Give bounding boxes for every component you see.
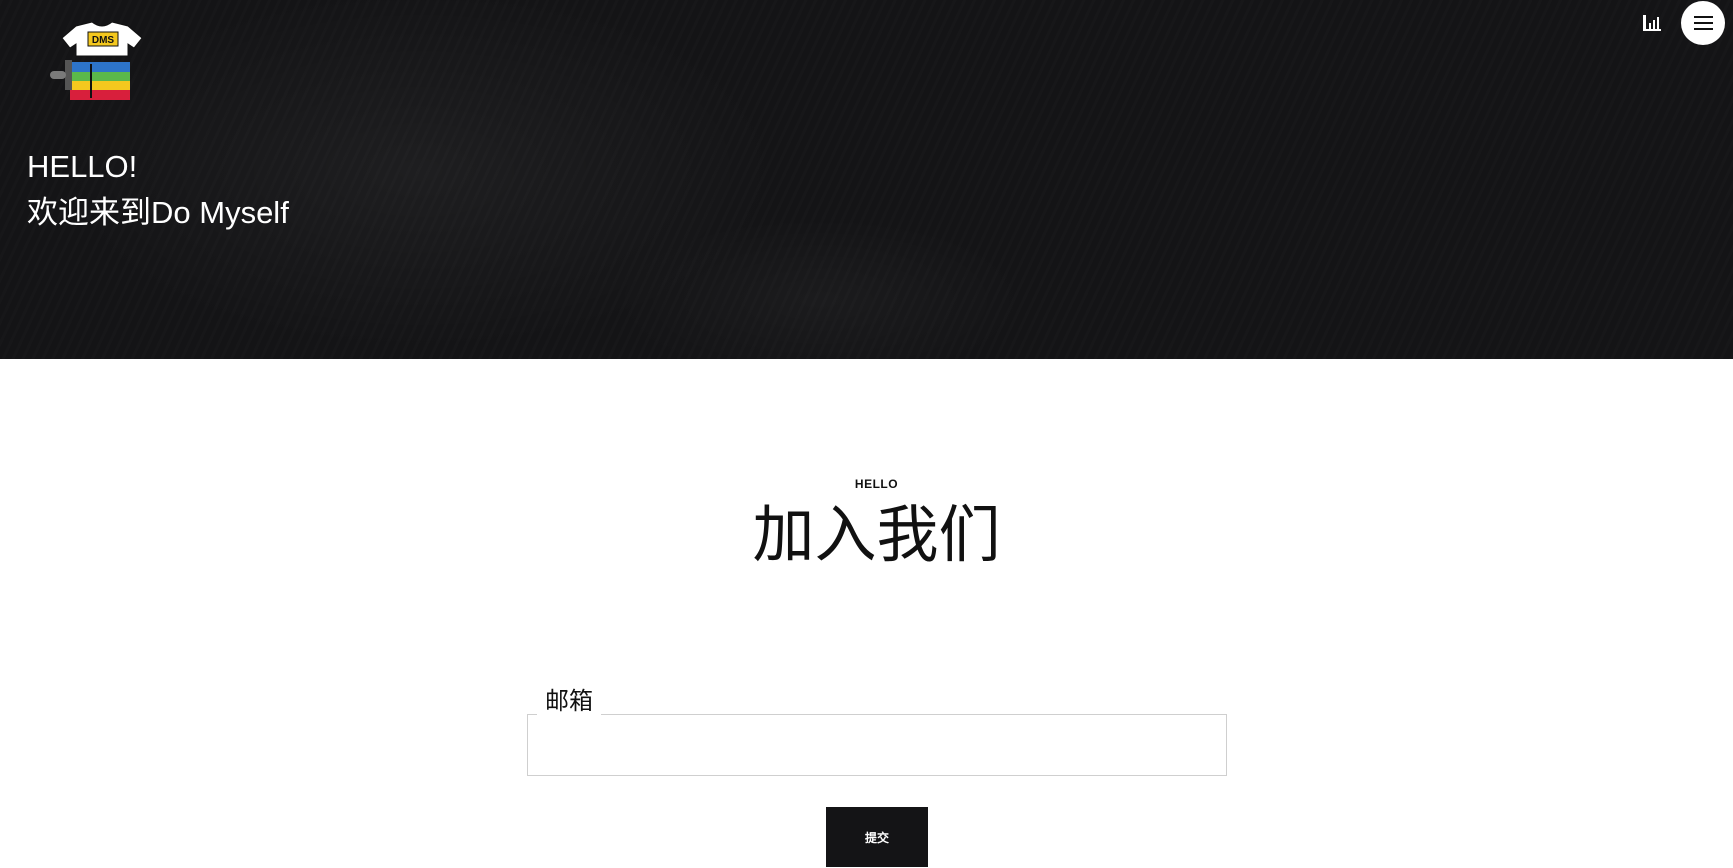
email-field[interactable] <box>527 714 1227 776</box>
submit-button[interactable]: 提交 <box>826 807 928 867</box>
section-title: 加入我们 <box>752 501 1001 570</box>
email-label: 邮箱 <box>537 686 601 718</box>
bar-chart-icon <box>1643 15 1661 31</box>
hero-greeting: HELLO! <box>27 149 138 184</box>
stats-button[interactable] <box>1640 12 1664 36</box>
hero-banner: DMS HELLO! 欢迎来到Do Myself <box>0 0 1733 359</box>
logo-text: DMS <box>92 35 115 46</box>
email-input[interactable] <box>528 715 1226 775</box>
section-eyebrow: HELLO <box>854 477 899 491</box>
hero-welcome: 欢迎来到Do Myself <box>27 195 289 230</box>
hero-text: HELLO! 欢迎来到Do Myself <box>27 144 289 236</box>
menu-button[interactable] <box>1681 1 1725 45</box>
site-logo[interactable]: DMS <box>46 22 158 102</box>
